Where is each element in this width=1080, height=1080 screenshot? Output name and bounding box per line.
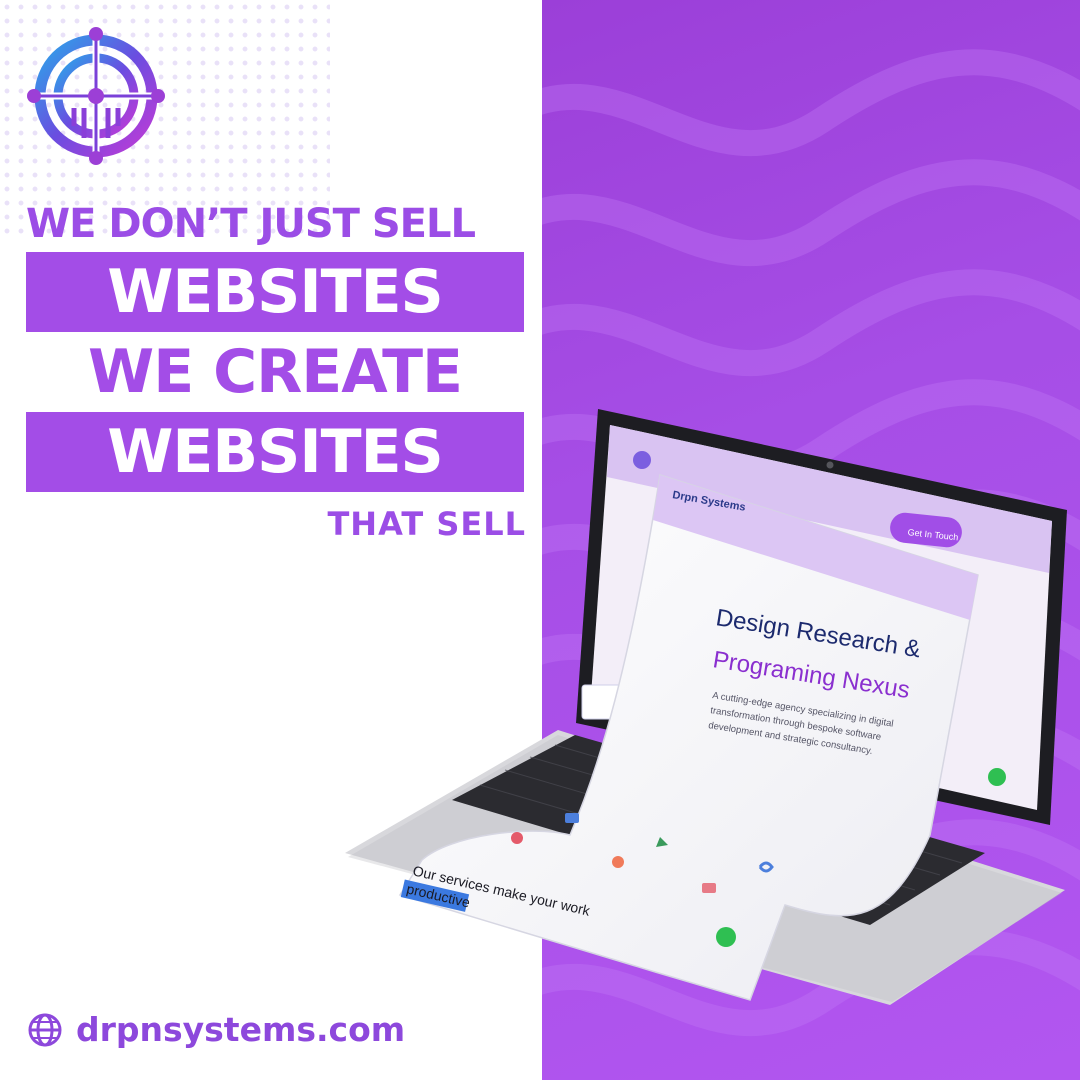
globe-icon: [28, 1013, 62, 1046]
webcam: [826, 461, 834, 469]
headline-line-3: WE CREATE: [88, 337, 463, 407]
laptop-mockup: Get In Touch Drpn Systems Design Researc…: [345, 409, 1067, 1005]
headline-line-2: WEBSITES: [26, 252, 524, 332]
website-link[interactable]: drpnsystems.com: [76, 1010, 405, 1049]
whatsapp-icon[interactable]: [716, 927, 736, 947]
company-logo: [27, 27, 165, 165]
footer: drpnsystems.com: [26, 1010, 405, 1049]
screen-logo-icon: [633, 451, 651, 469]
headline-line-1: WE DON’T JUST SELL: [26, 201, 476, 247]
screen-whatsapp-icon[interactable]: [988, 768, 1006, 786]
